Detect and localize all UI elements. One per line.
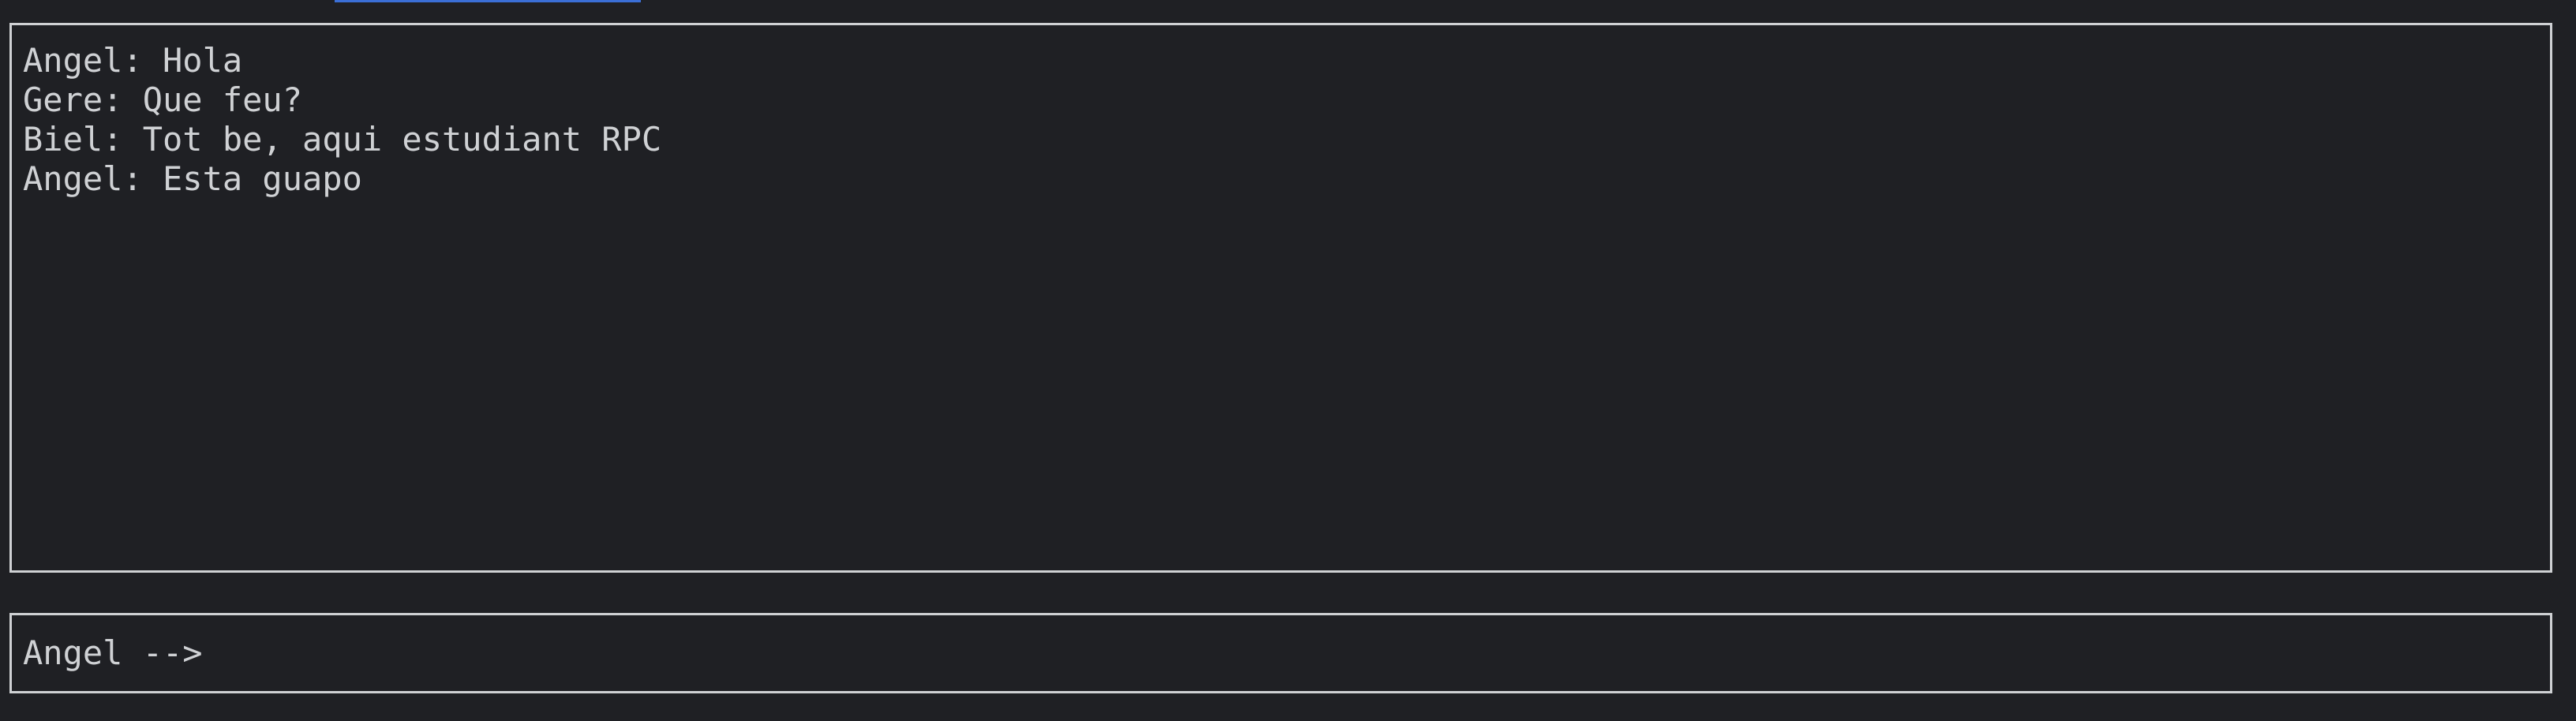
chat-message: Angel: Esta guapo <box>23 159 362 198</box>
message-input[interactable] <box>202 629 2539 677</box>
chat-log-panel: Angel: Hola Gere: Que feu? Biel: Tot be,… <box>9 23 2552 573</box>
chat-message: Biel: Tot be, aqui estudiant RPC <box>23 120 662 159</box>
top-accent-bar <box>335 0 641 2</box>
chat-message: Gere: Que feu? <box>23 80 303 119</box>
chat-message: Angel: Hola <box>23 41 243 80</box>
message-input-panel[interactable]: Angel --> <box>9 613 2552 693</box>
input-prompt: Angel --> <box>23 633 203 672</box>
